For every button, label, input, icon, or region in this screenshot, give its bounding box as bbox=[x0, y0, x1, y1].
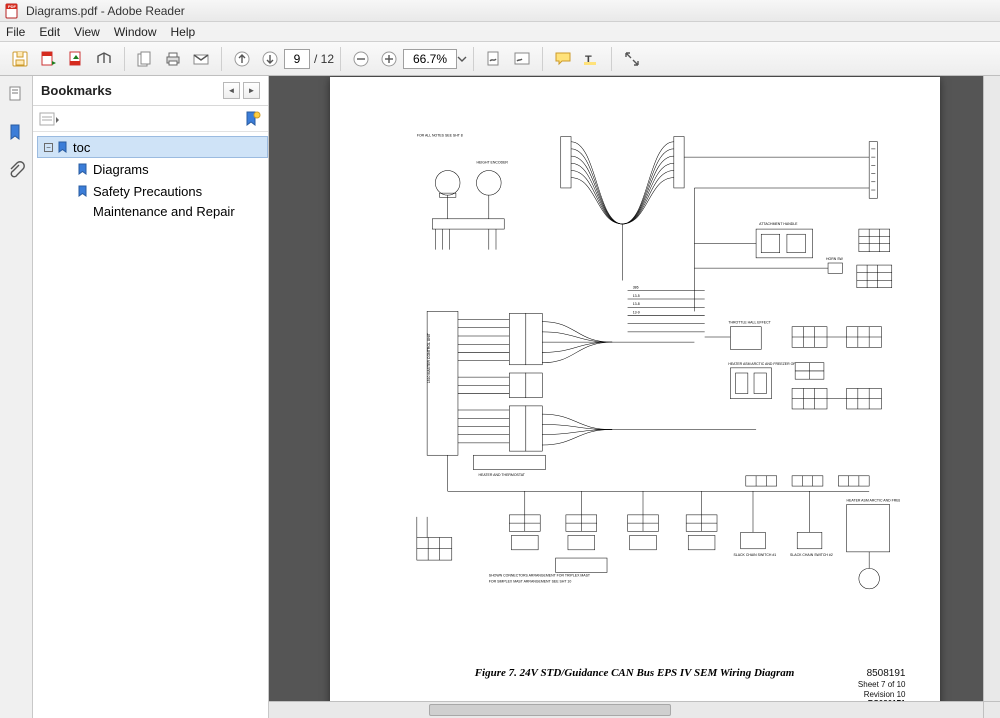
svg-text:ATTACHMENT HANDLE: ATTACHMENT HANDLE bbox=[759, 222, 798, 226]
figure-caption: Figure 7. 24V STD/Guidance CAN Bus EPS I… bbox=[330, 667, 940, 679]
svg-text:SLACK CHAIN SWITCH #1: SLACK CHAIN SWITCH #1 bbox=[733, 553, 776, 557]
highlight-icon[interactable]: T bbox=[578, 46, 604, 72]
svg-text:SLACK CHAIN SWITCH #2: SLACK CHAIN SWITCH #2 bbox=[790, 553, 833, 557]
bookmark-icon bbox=[57, 141, 69, 153]
menu-view[interactable]: View bbox=[74, 25, 100, 39]
pages-icon[interactable] bbox=[132, 46, 158, 72]
bookmark-icon bbox=[77, 163, 89, 175]
zoom-in-icon[interactable] bbox=[376, 46, 402, 72]
page-number-input[interactable] bbox=[284, 49, 310, 69]
window-titlebar: PDF Diagrams.pdf - Adobe Reader bbox=[0, 0, 1000, 22]
zoom-dropdown-icon[interactable] bbox=[457, 50, 467, 68]
bookmarks-panel: Bookmarks ◄ ► − toc Diagrams bbox=[33, 76, 269, 718]
attachments-tab-icon[interactable] bbox=[4, 158, 28, 182]
bookmark-diagrams[interactable]: Diagrams bbox=[37, 158, 268, 180]
svg-text:1810 MASTER CONTROL UNIT: 1810 MASTER CONTROL UNIT bbox=[427, 332, 431, 383]
window-title: Diagrams.pdf - Adobe Reader bbox=[26, 4, 185, 18]
bookmark-next-icon[interactable]: ► bbox=[243, 82, 260, 99]
bookmarks-title: Bookmarks bbox=[41, 83, 112, 98]
svg-text:PDF: PDF bbox=[8, 4, 17, 9]
bookmark-safety-line2[interactable]: Maintenance and Repair bbox=[37, 202, 268, 220]
svg-text:HEATER AND THERMOSTAT: HEATER AND THERMOSTAT bbox=[478, 473, 525, 477]
bookmark-safety-label: Safety Precautions bbox=[93, 184, 202, 199]
zoom-out-icon[interactable] bbox=[348, 46, 374, 72]
document-viewport[interactable]: FOR ALL NOTES SEE SHT 8 HEIGHT ENCODER bbox=[269, 76, 1000, 718]
email-icon[interactable] bbox=[188, 46, 214, 72]
menu-help[interactable]: Help bbox=[171, 25, 196, 39]
vertical-scrollbar[interactable] bbox=[983, 76, 1000, 701]
fill-sign-icon[interactable] bbox=[509, 46, 535, 72]
collapse-icon[interactable]: − bbox=[44, 143, 53, 152]
bookmark-prev-icon[interactable]: ◄ bbox=[223, 82, 240, 99]
bookmark-safety[interactable]: Safety Precautions bbox=[37, 180, 268, 202]
svg-text:FOR SIMPLEX MAST ARRANGEMENT S: FOR SIMPLEX MAST ARRANGEMENT SEE SHT 10 bbox=[488, 580, 571, 584]
menu-bar: File Edit View Window Help bbox=[0, 22, 1000, 42]
menu-edit[interactable]: Edit bbox=[39, 25, 60, 39]
bookmarks-tree: − toc Diagrams Safety Precautions Mainte… bbox=[33, 132, 268, 718]
print-icon[interactable] bbox=[160, 46, 186, 72]
svg-text:HEIGHT ENCODER: HEIGHT ENCODER bbox=[476, 160, 508, 164]
svg-text:HORN SW: HORN SW bbox=[825, 257, 843, 261]
save-icon[interactable] bbox=[7, 46, 33, 72]
svg-text:13-9: 13-9 bbox=[632, 310, 639, 314]
scroll-corner bbox=[983, 701, 1000, 718]
svg-text:13-8: 13-8 bbox=[632, 302, 639, 306]
horizontal-scrollbar[interactable] bbox=[269, 701, 983, 718]
bookmark-diagrams-label: Diagrams bbox=[93, 162, 149, 177]
export-pdf-icon[interactable] bbox=[63, 46, 89, 72]
svg-text:THROTTLE HALL EFFECT: THROTTLE HALL EFFECT bbox=[728, 321, 771, 325]
wiring-diagram: FOR ALL NOTES SEE SHT 8 HEIGHT ENCODER bbox=[386, 111, 900, 635]
svg-text:FOR ALL NOTES SEE SHT 8: FOR ALL NOTES SEE SHT 8 bbox=[416, 134, 462, 138]
convert-icon[interactable] bbox=[35, 46, 61, 72]
read-mode-icon[interactable] bbox=[619, 46, 645, 72]
page-up-icon[interactable] bbox=[229, 46, 255, 72]
svg-text:HEATER ASM ARCTIC AND FREEZER: HEATER ASM ARCTIC AND FREEZER OPTION bbox=[728, 362, 804, 366]
comment-icon[interactable] bbox=[550, 46, 576, 72]
zoom-input[interactable] bbox=[403, 49, 457, 69]
bookmark-toc[interactable]: − toc bbox=[37, 136, 268, 158]
bookmark-toc-label: toc bbox=[73, 140, 90, 155]
svg-text:386: 386 bbox=[632, 286, 638, 290]
menu-window[interactable]: Window bbox=[114, 25, 157, 39]
sign-icon[interactable] bbox=[481, 46, 507, 72]
nav-strip bbox=[0, 76, 33, 718]
page-total-label: / 12 bbox=[314, 52, 334, 66]
share-icon[interactable] bbox=[91, 46, 117, 72]
menu-file[interactable]: File bbox=[6, 25, 25, 39]
page-down-icon[interactable] bbox=[257, 46, 283, 72]
svg-text:13-5: 13-5 bbox=[632, 294, 639, 298]
thumbnails-tab-icon[interactable] bbox=[4, 82, 28, 106]
svg-text:SHOWN CONNECTORS ARRANGEMENT F: SHOWN CONNECTORS ARRANGEMENT FOR TRIPLEX… bbox=[488, 574, 590, 578]
pdf-page: FOR ALL NOTES SEE SHT 8 HEIGHT ENCODER bbox=[330, 77, 940, 717]
toolbar: / 12 T bbox=[0, 42, 1000, 76]
bookmark-options-icon[interactable] bbox=[39, 111, 61, 127]
bookmark-icon bbox=[77, 185, 89, 197]
bookmarks-tab-icon[interactable] bbox=[4, 120, 28, 144]
bookmark-new-icon[interactable] bbox=[244, 111, 262, 127]
pdf-app-icon: PDF bbox=[4, 3, 20, 19]
svg-text:HEATER ASM ARCTIC AND FREEZER: HEATER ASM ARCTIC AND FREEZER OPTION bbox=[846, 499, 899, 503]
